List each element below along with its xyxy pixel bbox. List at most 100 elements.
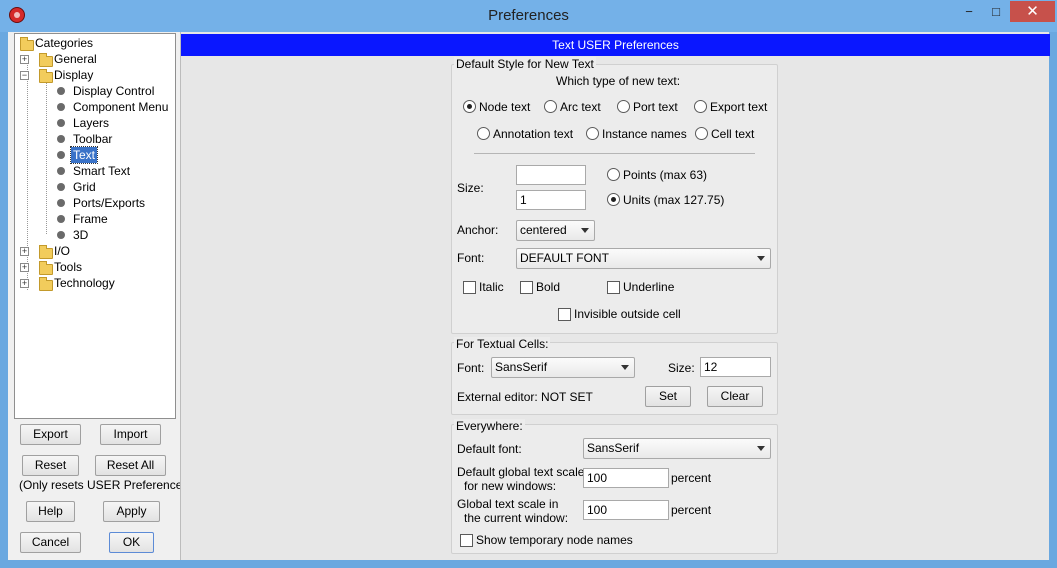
leaf-icon [57, 119, 65, 127]
tree-item-label: Layers [73, 116, 110, 130]
reset-all-button[interactable]: Reset All [95, 455, 166, 476]
textual-font-label: Font: [457, 361, 485, 375]
arc-text-radio[interactable] [544, 100, 557, 113]
leaf-icon [57, 215, 65, 223]
port-text-radio[interactable] [617, 100, 630, 113]
leaf-icon [57, 135, 65, 143]
reset-button[interactable]: Reset [22, 455, 79, 476]
collapse-icon[interactable]: − [20, 71, 29, 80]
group-title: Default Style for New Text [454, 57, 596, 71]
folder-icon [39, 245, 53, 259]
show-temp-node-names-checkbox[interactable] [460, 534, 473, 547]
tree-item-label: Component Menu [73, 100, 169, 114]
tree-item-label: Ports/Exports [73, 196, 146, 210]
instance-names-label[interactable]: Instance names [602, 127, 687, 141]
tree-item-label: Frame [73, 212, 108, 226]
default-font-label: Default font: [457, 442, 522, 456]
textual-font-value: SansSerif [495, 360, 548, 374]
everywhere-group: Everywhere: Default font: SansSerif Defa… [451, 419, 778, 554]
scale-current-label: Global text scale in [457, 497, 559, 511]
font-label: Font: [457, 251, 485, 265]
size-points-input[interactable] [516, 165, 586, 185]
group-title: Everywhere: [454, 419, 525, 433]
cell-text-radio[interactable] [695, 127, 708, 140]
folder-icon [39, 53, 53, 67]
bold-label[interactable]: Bold [536, 280, 560, 294]
leaf-icon [57, 151, 65, 159]
import-button[interactable]: Import [100, 424, 161, 445]
export-text-label[interactable]: Export text [710, 100, 767, 114]
scale-new-windows-input[interactable] [583, 468, 669, 488]
underline-label[interactable]: Underline [623, 280, 674, 294]
size-units-input[interactable] [516, 190, 586, 210]
tree-item-label: General [54, 52, 97, 66]
font-select-value: DEFAULT FONT [520, 251, 609, 265]
cancel-button[interactable]: Cancel [20, 532, 81, 553]
textual-size-input[interactable] [700, 357, 771, 377]
separator [474, 153, 755, 154]
default-font-value: SansSerif [587, 441, 640, 455]
italic-label[interactable]: Italic [479, 280, 504, 294]
apply-button[interactable]: Apply [103, 501, 160, 522]
italic-checkbox[interactable] [463, 281, 476, 294]
scale-current-window-input[interactable] [583, 500, 669, 520]
maximize-button[interactable]: □ [983, 1, 1009, 22]
cell-text-label[interactable]: Cell text [711, 127, 754, 141]
tree-item-label: Technology [54, 276, 115, 290]
chevron-down-icon [757, 256, 765, 261]
points-label[interactable]: Points (max 63) [623, 168, 707, 182]
units-radio[interactable] [607, 193, 620, 206]
points-radio[interactable] [607, 168, 620, 181]
default-style-group: Default Style for New Text Which type of… [451, 57, 778, 334]
close-button[interactable]: ✕ [1010, 1, 1055, 22]
percent-label: percent [671, 503, 712, 517]
expand-icon[interactable]: + [20, 55, 29, 64]
annotation-text-radio[interactable] [477, 127, 490, 140]
minimize-button[interactable]: − [956, 1, 982, 22]
export-text-radio[interactable] [694, 100, 707, 113]
node-text-radio[interactable] [463, 100, 476, 113]
invisible-outside-cell-label[interactable]: Invisible outside cell [574, 307, 681, 321]
expand-icon[interactable]: + [20, 263, 29, 272]
set-editor-button[interactable]: Set [645, 386, 691, 407]
group-title: For Textual Cells: [454, 337, 551, 351]
panel-header: Text USER Preferences [181, 34, 1050, 56]
ok-button[interactable]: OK [109, 532, 154, 553]
export-button[interactable]: Export [20, 424, 81, 445]
scale-new-label-2: for new windows: [464, 479, 557, 493]
annotation-text-label[interactable]: Annotation text [493, 127, 573, 141]
leaf-icon [57, 103, 65, 111]
textual-cells-group: For Textual Cells: Font: SansSerif Size:… [451, 337, 778, 415]
arc-text-label[interactable]: Arc text [560, 100, 601, 114]
window-title: Preferences [488, 7, 569, 24]
scale-new-label: Default global text scale [457, 465, 585, 479]
expand-icon[interactable]: + [20, 279, 29, 288]
category-tree[interactable]: Categories + General − Display Display C… [14, 33, 176, 419]
tree-item-label: Tools [54, 260, 83, 274]
units-label[interactable]: Units (max 127.75) [623, 193, 724, 207]
folder-icon [39, 261, 53, 275]
chevron-down-icon [621, 365, 629, 370]
instance-names-radio[interactable] [586, 127, 599, 140]
anchor-select[interactable]: centered [516, 220, 595, 241]
textual-font-select[interactable]: SansSerif [491, 357, 635, 378]
tree-item-label: Grid [73, 180, 96, 194]
help-button[interactable]: Help [26, 501, 75, 522]
default-font-select[interactable]: SansSerif [583, 438, 771, 459]
underline-checkbox[interactable] [607, 281, 620, 294]
font-select[interactable]: DEFAULT FONT [516, 248, 771, 269]
port-text-label[interactable]: Port text [633, 100, 678, 114]
expand-icon[interactable]: + [20, 247, 29, 256]
tree-item-label: 3D [73, 228, 89, 242]
tree-item-label: Toolbar [73, 132, 113, 146]
folder-icon [20, 37, 34, 51]
clear-editor-button[interactable]: Clear [707, 386, 763, 407]
preferences-panel: Text USER Preferences Default Style for … [180, 32, 1050, 560]
node-text-label[interactable]: Node text [479, 100, 530, 114]
invisible-outside-cell-checkbox[interactable] [558, 308, 571, 321]
tree-item-label: Smart Text [73, 164, 131, 178]
bold-checkbox[interactable] [520, 281, 533, 294]
folder-icon [39, 69, 53, 83]
show-temp-node-names-label[interactable]: Show temporary node names [476, 533, 633, 547]
leaf-icon [57, 199, 65, 207]
